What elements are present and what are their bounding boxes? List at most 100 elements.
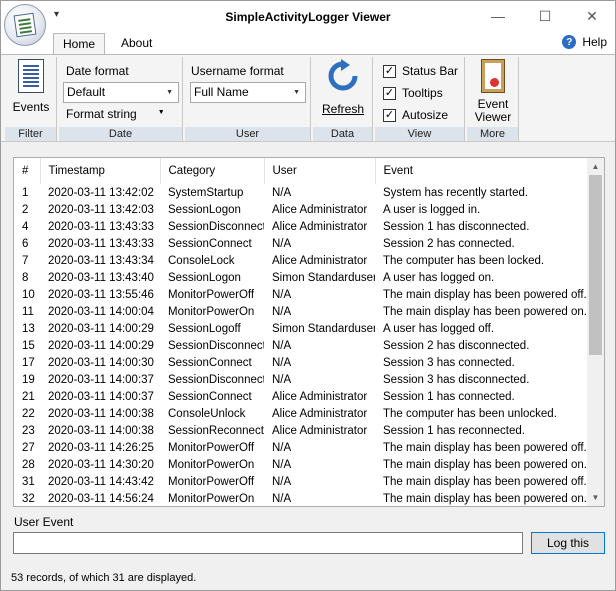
scroll-up-arrow-icon[interactable]: ▲ bbox=[587, 158, 604, 175]
cell-number: 8 bbox=[22, 271, 29, 284]
cell-event: The computer has been unlocked. bbox=[383, 407, 557, 420]
cell-user: Simon Standarduser bbox=[272, 271, 375, 284]
events-button[interactable]: Events bbox=[5, 59, 57, 114]
cell-category: MonitorPowerOff bbox=[168, 441, 255, 454]
checkbox-status-bar[interactable]: ✓ bbox=[383, 64, 396, 78]
tab-about[interactable]: About bbox=[112, 33, 161, 55]
cell-user: Alice Administrator bbox=[272, 220, 368, 233]
cell-number: 6 bbox=[22, 237, 29, 250]
date-format-combo[interactable]: Default ▼ bbox=[63, 82, 179, 103]
table-row[interactable]: 4 2020-03-11 13:43:33 SessionDisconnect Ali… bbox=[14, 218, 588, 235]
table-row[interactable]: 19 2020-03-11 14:00:37 SessionDisconnect N/… bbox=[14, 371, 588, 388]
cell-category: MonitorPowerOn bbox=[168, 305, 255, 318]
group-label-date: Date bbox=[59, 127, 182, 141]
user-event-input[interactable] bbox=[13, 532, 523, 554]
cell-user: Alice Administrator bbox=[272, 390, 368, 403]
chevron-down-icon: ▼ bbox=[166, 89, 173, 96]
group-label-view: View bbox=[375, 127, 464, 141]
refresh-button-label: Refresh bbox=[321, 102, 365, 116]
help-button[interactable]: ? Help bbox=[562, 35, 607, 49]
cell-event: System has recently started. bbox=[383, 186, 529, 199]
ribbon-group-filter: Events Filter bbox=[5, 57, 57, 141]
table-row[interactable]: 2 2020-03-11 13:42:03 SessionLogon Alice Ad… bbox=[14, 201, 588, 218]
table-row[interactable]: 1 2020-03-11 13:42:02 SystemStartup N/A Syst… bbox=[14, 184, 588, 201]
log-this-button[interactable]: Log this bbox=[531, 532, 605, 554]
cell-category: SessionDisconnect bbox=[168, 220, 264, 233]
status-bar-checkbox[interactable]: ✓ Status Bar bbox=[383, 64, 458, 78]
cell-event: The computer has been locked. bbox=[383, 254, 545, 267]
table-row[interactable]: 10 2020-03-11 13:55:46 MonitorPowerOff N/A T… bbox=[14, 286, 588, 303]
cell-number: 13 bbox=[22, 322, 35, 335]
event-viewer-label-line2: Viewer bbox=[474, 110, 512, 124]
table-row[interactable]: 6 2020-03-11 13:43:33 SessionConnect N/A Ses… bbox=[14, 235, 588, 252]
date-format-value: Default bbox=[67, 85, 106, 99]
cell-category: ConsoleUnlock bbox=[168, 407, 246, 420]
scrollbar-thumb[interactable] bbox=[589, 175, 602, 355]
activity-table: # Timestamp Category User Event 1 2020-03… bbox=[13, 157, 605, 507]
vertical-scrollbar[interactable]: ▲ ▼ bbox=[587, 158, 604, 506]
ribbon: Events Filter Date format Default ▼ Form… bbox=[1, 54, 615, 142]
application-menu-button[interactable] bbox=[4, 4, 46, 46]
table-row[interactable]: 22 2020-03-11 14:00:38 ConsoleUnlock Alice … bbox=[14, 405, 588, 422]
column-header-category[interactable]: Category bbox=[160, 158, 265, 184]
table-row[interactable]: 31 2020-03-11 14:43:42 MonitorPowerOff N/A T… bbox=[14, 473, 588, 490]
column-header-number[interactable]: # bbox=[14, 158, 41, 184]
table-row[interactable]: 27 2020-03-11 14:26:25 MonitorPowerOff N/A T… bbox=[14, 439, 588, 456]
tab-home[interactable]: Home bbox=[53, 33, 106, 55]
cell-category: SystemStartup bbox=[168, 186, 244, 199]
chevron-down-icon: ▼ bbox=[157, 109, 165, 116]
minimize-button[interactable]: — bbox=[475, 1, 521, 31]
column-header-user[interactable]: User bbox=[264, 158, 376, 184]
column-header-timestamp[interactable]: Timestamp bbox=[40, 158, 161, 184]
cell-timestamp: 2020-03-11 14:00:29 bbox=[48, 339, 154, 352]
table-row[interactable]: 8 2020-03-11 13:43:40 SessionLogon Simon St… bbox=[14, 269, 588, 286]
cell-timestamp: 2020-03-11 14:26:25 bbox=[48, 441, 154, 454]
cell-timestamp: 2020-03-11 14:43:42 bbox=[48, 475, 154, 488]
cell-user: N/A bbox=[272, 186, 292, 199]
username-format-combo[interactable]: Full Name ▼ bbox=[190, 82, 306, 103]
cell-timestamp: 2020-03-11 14:00:37 bbox=[48, 373, 154, 386]
autosize-checkbox[interactable]: ✓ Autosize bbox=[383, 108, 448, 122]
refresh-button[interactable]: Refresh bbox=[313, 59, 373, 116]
scroll-down-arrow-icon[interactable]: ▼ bbox=[587, 489, 604, 506]
table-row[interactable]: 23 2020-03-11 14:00:38 SessionReconnect Ali… bbox=[14, 422, 588, 439]
table-row[interactable]: 11 2020-03-11 14:00:04 MonitorPowerOn N/A Th… bbox=[14, 303, 588, 320]
table-row[interactable]: 15 2020-03-11 14:00:29 SessionDisconnect N/… bbox=[14, 337, 588, 354]
cell-event: The main display has been powered on. bbox=[383, 305, 587, 318]
cell-user: N/A bbox=[272, 492, 292, 505]
maximize-button[interactable]: ☐ bbox=[522, 1, 568, 31]
app-logo-icon bbox=[13, 12, 37, 38]
table-row[interactable]: 21 2020-03-11 14:00:37 SessionConnect Alice… bbox=[14, 388, 588, 405]
cell-timestamp: 2020-03-11 14:00:37 bbox=[48, 390, 154, 403]
table-row[interactable]: 32 2020-03-11 14:56:24 MonitorPowerOn N/A Th… bbox=[14, 490, 588, 506]
checkbox-tooltips[interactable]: ✓ bbox=[383, 86, 396, 100]
ribbon-group-view: ✓ Status Bar ✓ Tooltips ✓ Autosize View bbox=[375, 57, 465, 141]
events-button-label: Events bbox=[12, 100, 50, 114]
cell-timestamp: 2020-03-11 14:00:30 bbox=[48, 356, 154, 369]
cell-event: The main display has been powered off. bbox=[383, 441, 587, 454]
cell-event: Session 2 has connected. bbox=[383, 237, 515, 250]
checkbox-autosize[interactable]: ✓ bbox=[383, 108, 396, 122]
event-viewer-button[interactable]: Event Viewer bbox=[467, 59, 519, 124]
column-header-event[interactable]: Event bbox=[375, 158, 589, 184]
close-button[interactable]: ✕ bbox=[569, 1, 615, 31]
cell-user: Alice Administrator bbox=[272, 254, 368, 267]
table-row[interactable]: 28 2020-03-11 14:30:20 MonitorPowerOn N/A Th… bbox=[14, 456, 588, 473]
cell-event: Session 3 has disconnected. bbox=[383, 373, 530, 386]
table-row[interactable]: 17 2020-03-11 14:00:30 SessionConnect N/A Se… bbox=[14, 354, 588, 371]
tooltips-checkbox[interactable]: ✓ Tooltips bbox=[383, 86, 443, 100]
table-row[interactable]: 13 2020-03-11 14:00:29 SessionLogoff Simon … bbox=[14, 320, 588, 337]
table-header-row: # Timestamp Category User Event bbox=[14, 158, 589, 184]
cell-category: SessionLogon bbox=[168, 271, 241, 284]
cell-event: The main display has been powered on. bbox=[383, 492, 587, 505]
cell-number: 21 bbox=[22, 390, 35, 403]
cell-number: 31 bbox=[22, 475, 35, 488]
cell-user: Alice Administrator bbox=[272, 407, 368, 420]
ribbon-group-user: Username format Full Name ▼ User bbox=[185, 57, 311, 141]
cell-event: The main display has been powered on. bbox=[383, 458, 587, 471]
cell-number: 2 bbox=[22, 203, 29, 216]
table-row[interactable]: 7 2020-03-11 13:43:34 ConsoleLock Alice Adm… bbox=[14, 252, 588, 269]
cell-number: 10 bbox=[22, 288, 35, 301]
title-bar: ▾ SimpleActivityLogger Viewer — ☐ ✕ bbox=[1, 1, 615, 33]
format-string-dropdown[interactable]: Format string ▼ bbox=[66, 107, 165, 121]
